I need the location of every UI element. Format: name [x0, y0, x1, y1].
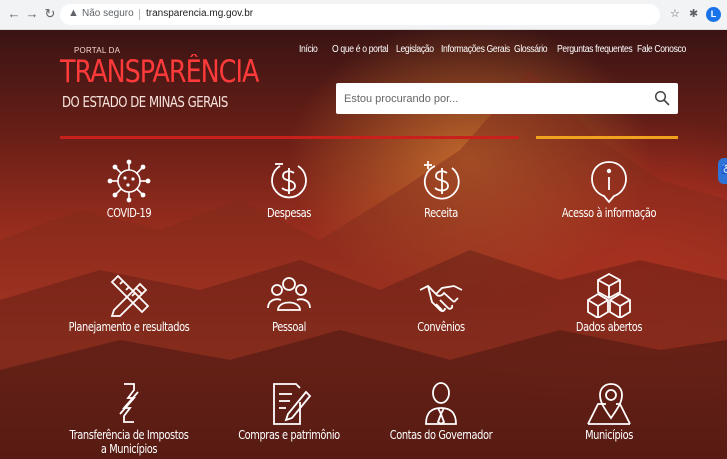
tile-receita[interactable]: Receita: [366, 158, 516, 258]
accessibility-tab[interactable]: ♿: [718, 158, 727, 184]
reload-icon[interactable]: ↻: [42, 6, 58, 22]
tile-compras-e-patrimonio[interactable]: Compras e patrimônio: [214, 380, 364, 459]
document-edit-icon: [273, 383, 312, 425]
tile-label: Municípios: [585, 428, 633, 442]
nav-glossario[interactable]: Glossário: [514, 44, 548, 55]
tile-acesso-a-informacao[interactable]: Acesso à informação: [534, 158, 684, 258]
tile-covid-19[interactable]: COVID-19: [54, 158, 204, 258]
pencil-ruler-icon: [110, 274, 150, 317]
tile-dados-abertos[interactable]: Dados abertos: [534, 272, 684, 372]
tile-label: Convênios: [417, 320, 465, 334]
person-tie-icon: [425, 382, 457, 426]
tile-label: Pessoal: [272, 320, 306, 334]
info-icon: [591, 161, 627, 204]
virus-icon: [107, 159, 151, 203]
hero-section: PORTAL DA TRANSPARÊNCIA DO ESTADO DE MIN…: [0, 30, 727, 459]
tile-transferencia-de-impostos-a-municipios[interactable]: Transferência de Impostos a Municípios: [54, 380, 204, 459]
divider-red: [60, 136, 519, 139]
people-icon: [267, 277, 311, 311]
tile-despesas[interactable]: Despesas: [214, 158, 364, 258]
search-box: [336, 83, 678, 114]
divider-orange: [536, 136, 678, 139]
warning-icon[interactable]: ▲: [68, 7, 79, 19]
nav-legislacao[interactable]: Legislação: [396, 44, 434, 55]
money-plus-icon: [423, 161, 460, 200]
nav-inicio[interactable]: Início: [299, 44, 318, 55]
tile-contas-do-governador[interactable]: Contas do Governador: [366, 380, 516, 459]
address-bar[interactable]: ▲ Não seguro transparencia.mg.gov.br: [60, 4, 660, 25]
tile-pessoal[interactable]: Pessoal: [214, 272, 364, 372]
tile-label: Receita: [424, 206, 458, 220]
map-pin-icon: [587, 383, 631, 425]
cubes-icon: [587, 272, 631, 318]
extensions-icon[interactable]: ✱: [689, 7, 698, 20]
tile-label: Planejamento e resultados: [68, 320, 190, 334]
tile-label: COVID-19: [106, 206, 152, 220]
accessibility-icon: ♿: [721, 164, 727, 175]
search-input[interactable]: [344, 89, 644, 108]
profile-avatar[interactable]: L: [706, 7, 721, 22]
top-navigation: Início O que é o portal Legislação Infor…: [0, 44, 727, 58]
star-icon[interactable]: ☆: [670, 7, 680, 20]
nav-o-que-e-o-portal[interactable]: O que é o portal: [332, 44, 389, 55]
money-minus-icon: [271, 163, 307, 199]
nav-fale-conosco[interactable]: Fale Conosco: [637, 44, 686, 55]
brand-title[interactable]: TRANSPARÊNCIA: [60, 54, 259, 90]
search-icon[interactable]: [654, 90, 670, 106]
tile-municipios[interactable]: Municípios: [534, 380, 684, 459]
nav-perguntas-frequentes[interactable]: Perguntas frequentes: [557, 44, 633, 55]
transfer-icon: [119, 383, 139, 423]
tile-planejamento-e-resultados[interactable]: Planejamento e resultados: [54, 272, 204, 372]
tile-convenios[interactable]: Convênios: [366, 272, 516, 372]
url-text[interactable]: transparencia.mg.gov.br: [146, 8, 253, 19]
tile-label: Despesas: [266, 206, 312, 220]
back-icon[interactable]: ←: [6, 6, 22, 22]
tile-label: Transferência de Impostos a Municípios: [69, 428, 189, 456]
security-label[interactable]: Não seguro: [82, 8, 134, 19]
brand-subtitle: DO ESTADO DE MINAS GERAIS: [62, 93, 228, 111]
handshake-icon: [419, 284, 463, 312]
tile-label: Dados abertos: [575, 320, 643, 334]
omnibox-divider: [139, 9, 140, 20]
tile-label: Compras e patrimônio: [238, 428, 340, 442]
tile-label: Contas do Governador: [389, 428, 493, 442]
nav-informacoes-gerais[interactable]: Informações Gerais: [441, 44, 510, 55]
forward-icon[interactable]: →: [24, 6, 40, 22]
browser-toolbar: ← → ↻ ▲ Não seguro transparencia.mg.gov.…: [0, 0, 727, 30]
tile-label: Acesso à informação: [561, 206, 657, 220]
